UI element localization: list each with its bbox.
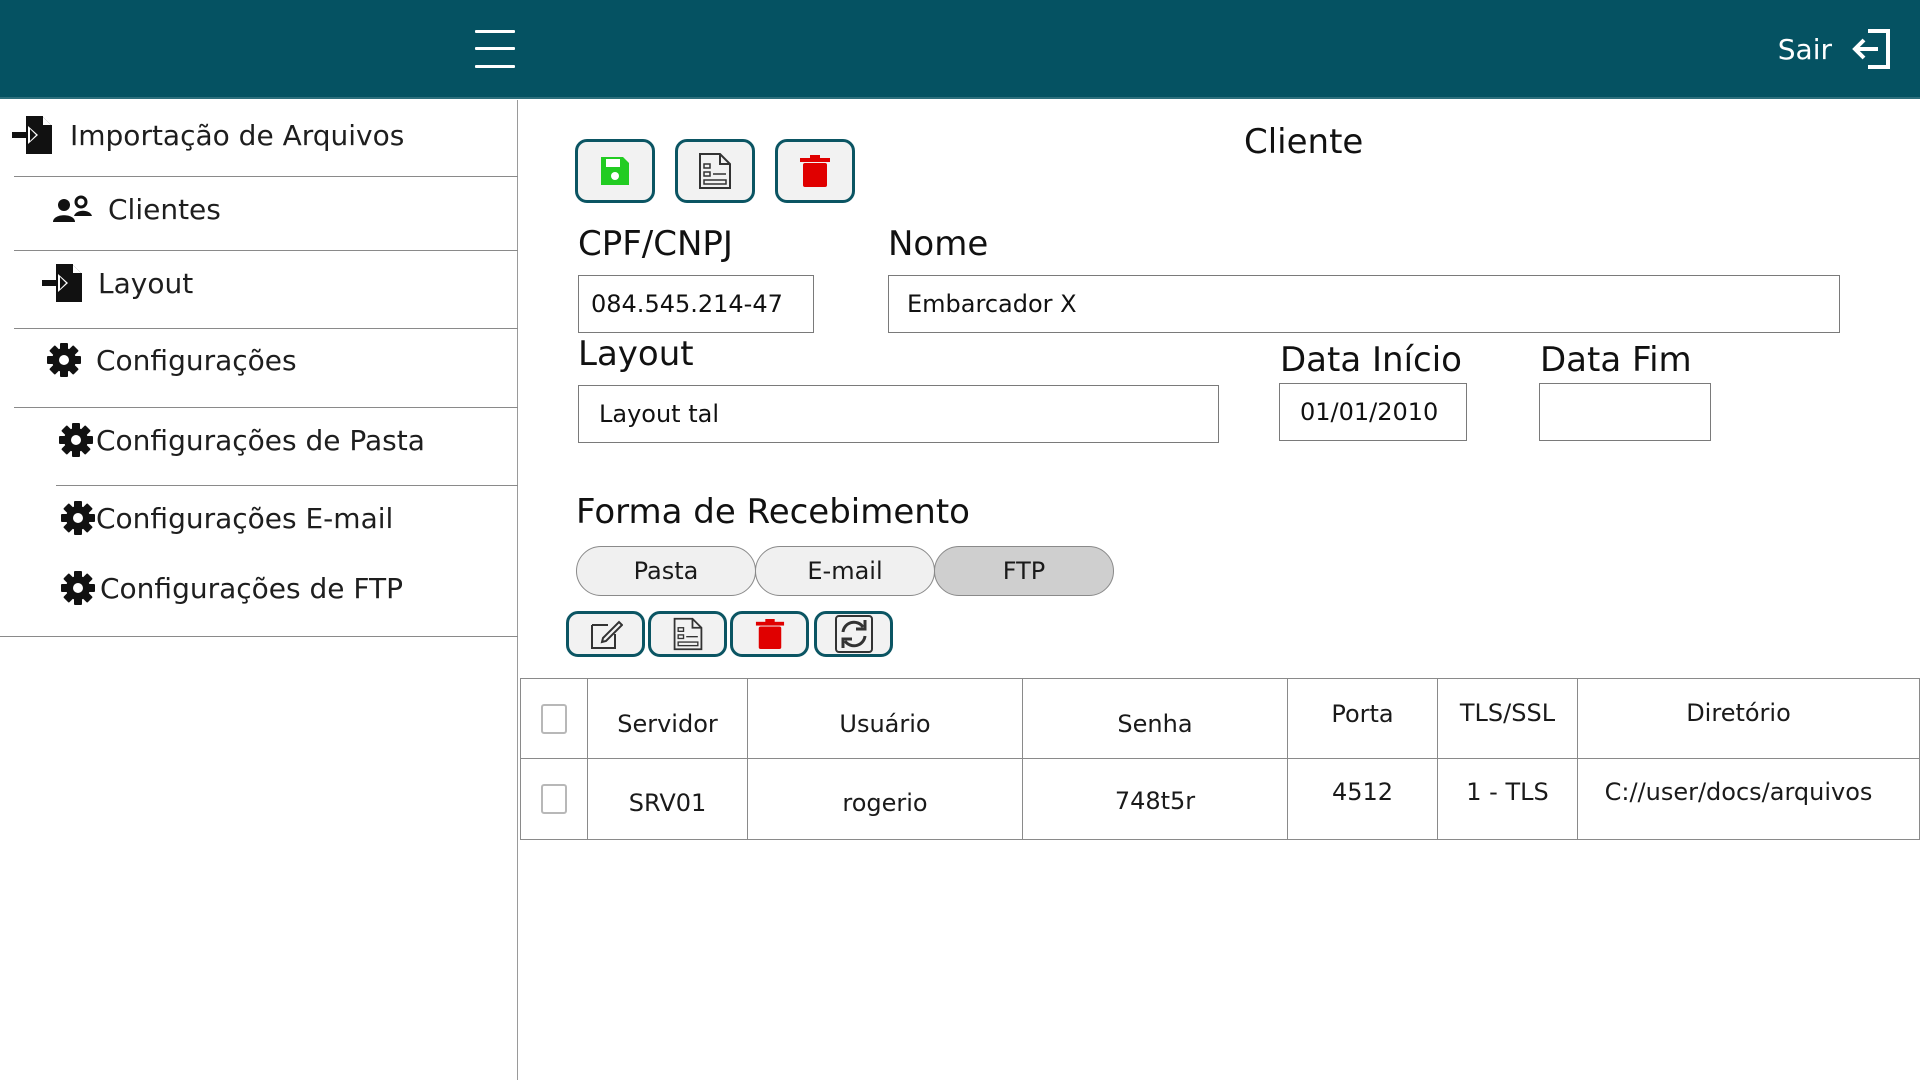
divider bbox=[14, 176, 518, 177]
nome-label: Nome bbox=[888, 224, 989, 264]
column-header-usuario: Usuário bbox=[747, 678, 1023, 759]
column-header-label: Usuário bbox=[839, 709, 931, 738]
sidebar-item-config-ftp[interactable]: Configurações de FTP bbox=[60, 570, 403, 606]
cell-value: 748t5r bbox=[1114, 787, 1196, 815]
column-header-label: Porta bbox=[1331, 699, 1394, 728]
gear-icon bbox=[47, 343, 81, 377]
top-bar: Sair bbox=[0, 0, 1920, 99]
users-icon bbox=[53, 195, 92, 222]
column-header-label: Senha bbox=[1117, 709, 1193, 738]
header-checkbox-cell bbox=[520, 678, 588, 759]
trash-icon bbox=[755, 619, 784, 649]
sidebar-item-configuracoes[interactable]: Configurações bbox=[46, 342, 297, 378]
cell-value: 1 - TLS bbox=[1466, 778, 1549, 806]
file-import-icon bbox=[42, 264, 82, 302]
sidebar-item-importacao[interactable]: Importação de Arquivos bbox=[12, 114, 404, 156]
recebimento-title: Forma de Recebimento bbox=[576, 492, 970, 532]
refresh-button[interactable] bbox=[814, 611, 893, 657]
form-icon bbox=[673, 617, 702, 651]
form-button[interactable] bbox=[675, 139, 755, 203]
delete-button[interactable] bbox=[775, 139, 855, 203]
column-header-senha: Senha bbox=[1022, 678, 1288, 759]
data-fim-label: Data Fim bbox=[1540, 340, 1692, 380]
sidebar-item-clientes[interactable]: Clientes bbox=[52, 184, 221, 234]
data-inicio-label: Data Início bbox=[1280, 340, 1462, 380]
table-cell-diretorio[interactable]: C://user/docs/arquivos bbox=[1577, 758, 1920, 840]
layout-label: Layout bbox=[578, 334, 694, 374]
layout-input[interactable] bbox=[578, 385, 1219, 443]
divider bbox=[0, 636, 518, 637]
refresh-icon bbox=[834, 615, 873, 653]
tab-label: FTP bbox=[1002, 557, 1046, 585]
sidebar-item-config-pasta[interactable]: Configurações de Pasta bbox=[58, 422, 425, 458]
edit-icon bbox=[590, 620, 623, 649]
column-header-tls: TLS/SSL bbox=[1437, 678, 1578, 759]
column-header-porta: Porta bbox=[1287, 678, 1438, 759]
sidebar-item-label: Clientes bbox=[108, 192, 221, 226]
sidebar-item-config-email[interactable]: Configurações E-mail bbox=[60, 500, 393, 536]
tab-label: E-mail bbox=[807, 557, 883, 585]
sidebar-item-label: Layout bbox=[98, 266, 194, 300]
tab-ftp[interactable]: FTP bbox=[934, 546, 1114, 596]
data-fim-input[interactable] bbox=[1539, 383, 1711, 441]
trash-icon bbox=[800, 155, 830, 187]
edit-button[interactable] bbox=[566, 611, 645, 657]
cell-value: C://user/docs/arquivos bbox=[1604, 778, 1873, 806]
cell-value: 4512 bbox=[1331, 778, 1394, 806]
column-header-servidor: Servidor bbox=[587, 678, 748, 759]
logout-icon bbox=[1852, 29, 1890, 69]
cpf-input[interactable] bbox=[578, 275, 814, 333]
logout-button[interactable]: Sair bbox=[1778, 26, 1894, 72]
form-button[interactable] bbox=[648, 611, 727, 657]
delete-button[interactable] bbox=[730, 611, 809, 657]
sidebar-item-label: Importação de Arquivos bbox=[70, 118, 405, 152]
table-cell-usuario[interactable]: rogerio bbox=[747, 758, 1023, 840]
cell-value: SRV01 bbox=[628, 789, 707, 817]
hamburger-menu-button[interactable] bbox=[470, 25, 520, 73]
table-cell-porta[interactable]: 4512 bbox=[1287, 758, 1438, 840]
column-header-label: TLS/SSL bbox=[1459, 698, 1556, 727]
cpf-label: CPF/CNPJ bbox=[578, 224, 733, 264]
logout-label: Sair bbox=[1777, 32, 1832, 66]
hamburger-icon bbox=[475, 30, 515, 33]
tab-email[interactable]: E-mail bbox=[755, 546, 935, 596]
divider bbox=[56, 485, 518, 486]
divider bbox=[14, 250, 518, 251]
sidebar-item-label: Configurações de Pasta bbox=[96, 423, 425, 457]
sidebar: Importação de Arquivos Clientes Layout C… bbox=[0, 100, 518, 1080]
gear-icon bbox=[61, 571, 95, 605]
ftp-table: Servidor Usuário Senha Porta TLS/SSL Dir… bbox=[520, 678, 1920, 841]
sidebar-item-label: Configurações bbox=[96, 343, 297, 377]
hamburger-line bbox=[475, 47, 515, 50]
save-icon bbox=[601, 157, 629, 185]
tab-label: Pasta bbox=[633, 557, 699, 585]
data-inicio-input[interactable] bbox=[1279, 383, 1467, 441]
row-checkbox[interactable] bbox=[541, 784, 567, 814]
divider bbox=[14, 407, 518, 408]
sidebar-item-label: Configurações de FTP bbox=[100, 571, 403, 605]
column-header-diretorio: Diretório bbox=[1577, 678, 1920, 759]
page-title: Cliente bbox=[1244, 122, 1364, 162]
table-cell-tls[interactable]: 1 - TLS bbox=[1437, 758, 1578, 840]
tab-pasta[interactable]: Pasta bbox=[576, 546, 756, 596]
table-cell-senha[interactable]: 748t5r bbox=[1022, 758, 1288, 840]
cell-value: rogerio bbox=[842, 789, 928, 817]
row-checkbox-cell bbox=[520, 758, 588, 840]
gear-icon bbox=[61, 501, 95, 535]
hamburger-line bbox=[475, 65, 515, 68]
column-header-label: Diretório bbox=[1686, 698, 1791, 727]
nome-input[interactable] bbox=[888, 275, 1840, 333]
file-import-icon bbox=[12, 116, 52, 154]
select-all-checkbox[interactable] bbox=[541, 703, 567, 734]
save-button[interactable] bbox=[575, 139, 655, 203]
sidebar-item-label: Configurações E-mail bbox=[96, 501, 394, 535]
divider bbox=[14, 328, 518, 329]
form-icon bbox=[699, 153, 731, 189]
sidebar-item-layout[interactable]: Layout bbox=[42, 262, 193, 304]
column-header-label: Servidor bbox=[617, 709, 718, 738]
table-cell-servidor[interactable]: SRV01 bbox=[587, 758, 748, 840]
gear-icon bbox=[59, 423, 93, 457]
